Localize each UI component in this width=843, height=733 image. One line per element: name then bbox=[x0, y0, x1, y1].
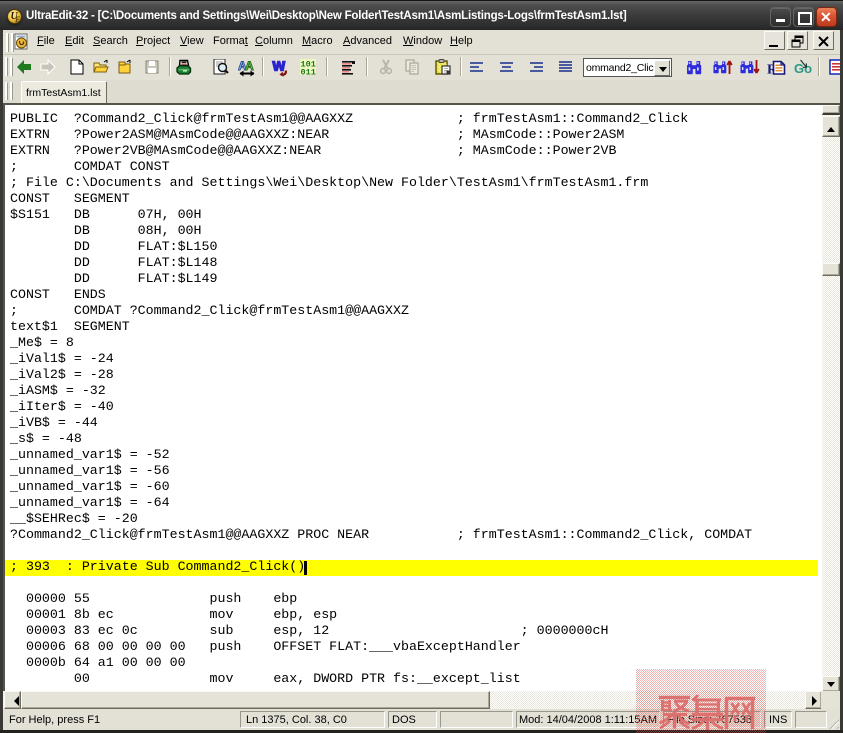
svg-text:A: A bbox=[245, 59, 254, 73]
svg-text:011: 011 bbox=[301, 68, 316, 76]
